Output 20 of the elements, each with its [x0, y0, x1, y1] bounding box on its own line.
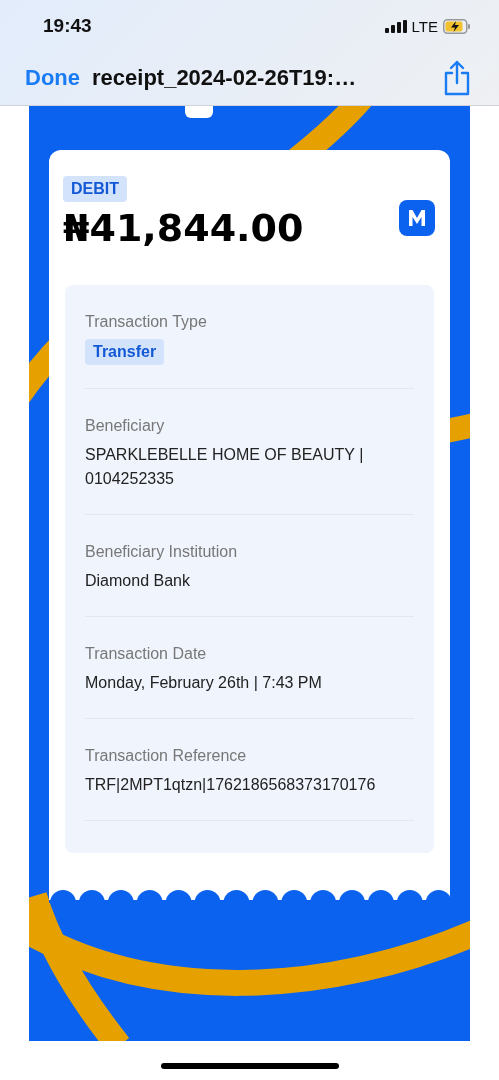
amount-text: ₦41,844.00	[63, 206, 304, 250]
share-icon[interactable]	[443, 60, 471, 96]
field-label: Transaction Type	[85, 313, 208, 331]
status-time: 19:43	[43, 15, 92, 37]
battery-charging-icon	[443, 18, 471, 34]
field-value: Diamond Bank	[85, 571, 191, 591]
field-label: Beneficiary	[85, 417, 166, 435]
field-value-badge: Transfer	[85, 339, 165, 365]
field-label: Transaction Date	[85, 645, 208, 663]
field-value: TRF|2MPT1qtzn|1762186568373170176	[85, 775, 377, 795]
file-title: receipt_2024-02-26T19:…	[92, 65, 358, 91]
network-label: LTE	[411, 17, 438, 35]
direction-badge: DEBIT	[63, 176, 127, 202]
field-label: Beneficiary Institution	[85, 543, 239, 561]
field-value: SPARKLEBELLE HOME OF BEAUTY | 0104252335	[85, 445, 365, 489]
m-logo-icon	[399, 200, 435, 236]
field-label: Transaction Reference	[85, 747, 248, 765]
signal-icon	[384, 19, 407, 33]
field-value: Monday, February 26th | 7:43 PM	[85, 673, 323, 693]
done-button[interactable]: Done	[25, 65, 80, 91]
